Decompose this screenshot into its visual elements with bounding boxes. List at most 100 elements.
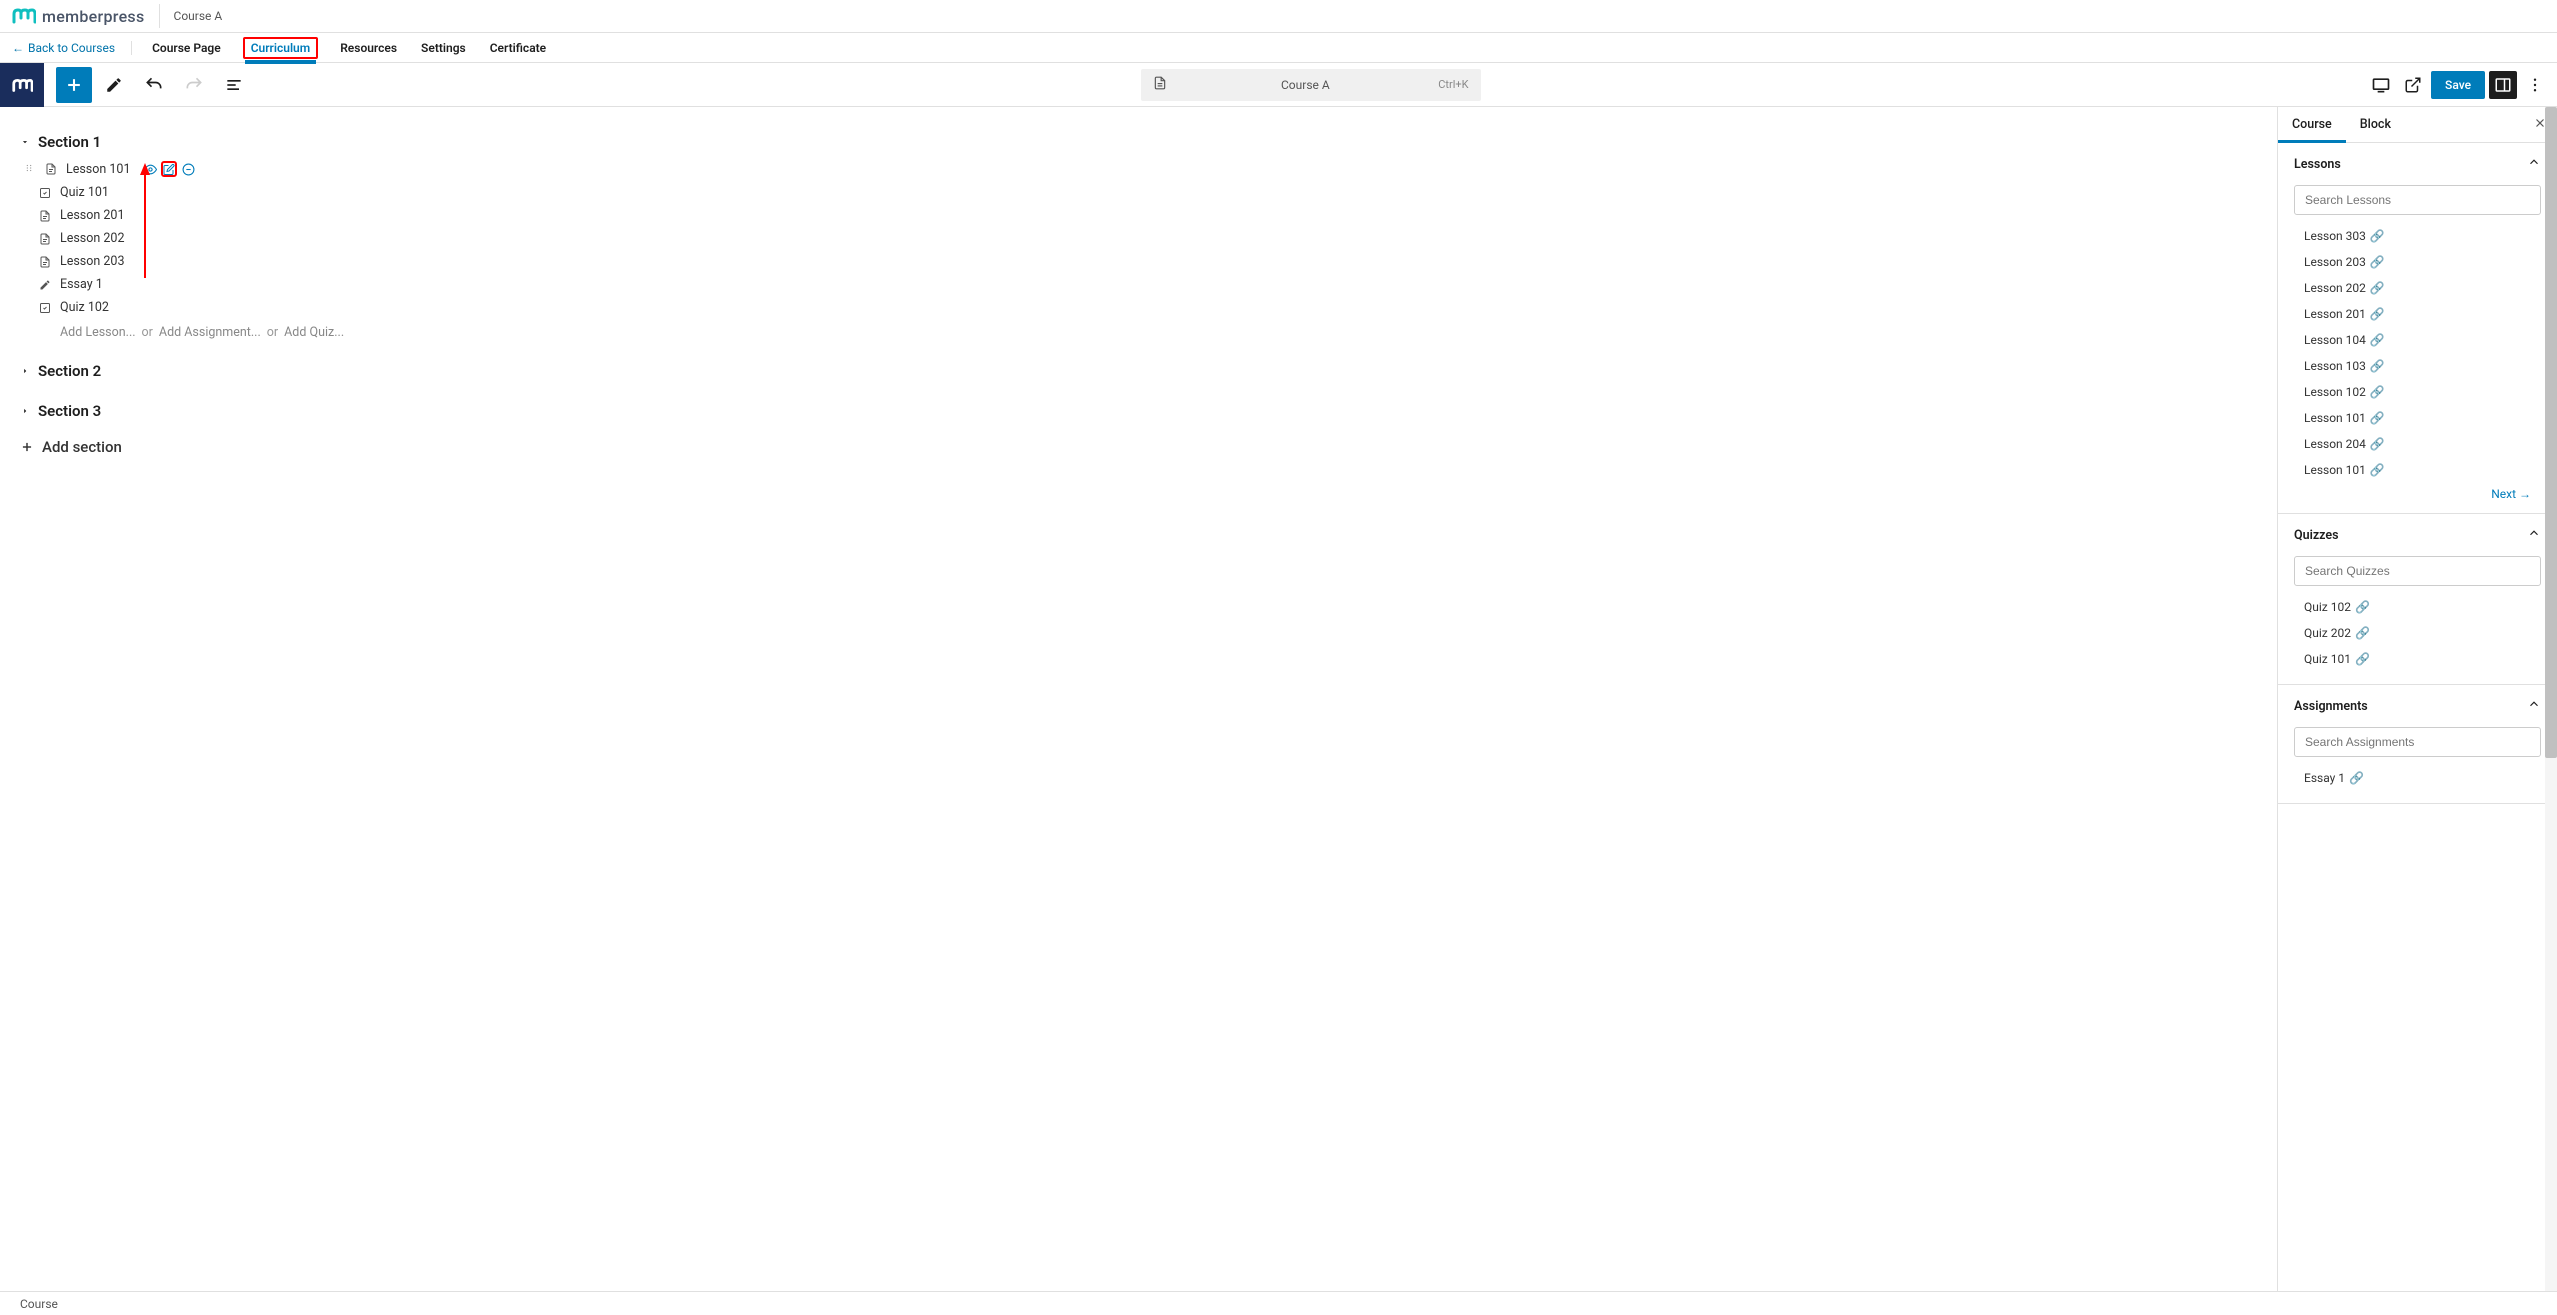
next-label: Next [2491,487,2516,501]
lesson-item[interactable]: Lesson 101🔗 [2294,457,2541,483]
curriculum-item-quiz-101[interactable]: Quiz 101 [24,181,2257,204]
lesson-icon [38,232,52,246]
panel-lessons: Lessons Lesson 303🔗 Lesson 203🔗 Lesson 2… [2278,143,2557,514]
add-quiz-link[interactable]: Add Quiz... [284,325,344,340]
quiz-item[interactable]: Quiz 102🔗 [2294,594,2541,620]
panel-body-lessons: Lesson 303🔗 Lesson 203🔗 Lesson 202🔗 Less… [2278,185,2557,513]
external-link-button[interactable] [2399,71,2427,99]
undo-button[interactable] [136,67,172,103]
quiz-item[interactable]: Quiz 202🔗 [2294,620,2541,646]
quiz-item[interactable]: Quiz 101🔗 [2294,646,2541,672]
section-header-2[interactable]: Section 2 [20,356,2257,386]
item-label: Lesson 203 [60,254,124,269]
sidebar-tab-course[interactable]: Course [2278,107,2346,142]
scrollbar-thumb[interactable] [2545,107,2557,758]
toolbar-center: Course A Ctrl+K [254,69,2367,101]
memberpress-square-icon[interactable] [0,63,44,107]
search-lessons-input[interactable] [2294,185,2541,215]
footer-breadcrumb: Course [0,1291,2557,1315]
header-course-name: Course A [174,9,223,23]
curriculum-item-lesson-203[interactable]: Lesson 203 [24,250,2257,273]
link-icon: 🔗 [2370,359,2385,373]
add-separator: or [142,325,153,340]
main-wrap: Section 1 Lesson 101 [0,107,2557,1291]
panel-title: Assignments [2294,699,2368,714]
lesson-item[interactable]: Lesson 203🔗 [2294,249,2541,275]
tab-curriculum[interactable]: Curriculum [243,37,319,59]
tab-course-page[interactable]: Course Page [150,37,223,59]
edit-mode-button[interactable] [96,67,132,103]
sidebar-tab-block[interactable]: Block [2346,107,2405,142]
view-item-button[interactable] [142,161,158,177]
link-icon: 🔗 [2349,771,2364,785]
panel-header-lessons[interactable]: Lessons [2278,143,2557,185]
lesson-item-label: Lesson 201 [2304,307,2366,321]
lesson-item[interactable]: Lesson 303🔗 [2294,223,2541,249]
brand-name: memberpress [42,7,145,26]
item-label: Lesson 101 [66,162,130,177]
item-label: Quiz 102 [60,300,109,315]
caret-right-icon [20,405,32,417]
chevron-up-icon [2527,155,2541,173]
link-icon: 🔗 [2370,307,2385,321]
scrollbar-track[interactable] [2545,107,2557,1291]
title-bar-text: Course A [1173,78,1439,92]
tab-resources[interactable]: Resources [338,37,399,59]
quiz-icon [38,301,52,315]
lesson-item[interactable]: Lesson 104🔗 [2294,327,2541,353]
add-assignment-link[interactable]: Add Assignment... [159,325,261,340]
search-assignments-input[interactable] [2294,727,2541,757]
lesson-item[interactable]: Lesson 201 🔗 [2294,301,2541,327]
redo-button[interactable] [176,67,212,103]
lesson-item[interactable]: Lesson 101🔗 [2294,405,2541,431]
more-options-button[interactable] [2521,71,2549,99]
curriculum-item-lesson-202[interactable]: Lesson 202 [24,227,2257,250]
drag-handle-icon[interactable] [24,162,36,177]
caret-down-icon [20,136,32,148]
edit-item-button[interactable] [161,161,177,177]
essay-icon [38,278,52,292]
section-header-1[interactable]: Section 1 [20,127,2257,157]
back-to-courses-link[interactable]: ← Back to Courses [12,41,132,55]
curriculum-item-quiz-102[interactable]: Quiz 102 [24,296,2257,319]
link-icon: 🔗 [2370,463,2385,477]
title-bar-shortcut: Ctrl+K [1438,78,1468,91]
curriculum-item-lesson-201[interactable]: Lesson 201 [24,204,2257,227]
link-icon: 🔗 [2370,437,2385,451]
assignment-item-label: Essay 1 [2304,771,2345,785]
item-label: Essay 1 [60,277,103,292]
section-1-items: Lesson 101 Quiz 101 [20,157,2257,346]
lesson-item-label: Lesson 103 [2304,359,2366,373]
lesson-item[interactable]: Lesson 204🔗 [2294,431,2541,457]
lesson-item[interactable]: Lesson 202🔗 [2294,275,2541,301]
add-section-label: Add section [42,438,122,456]
add-lesson-link[interactable]: Add Lesson... [60,325,136,340]
tab-certificate[interactable]: Certificate [488,37,548,59]
link-icon: 🔗 [2355,626,2370,640]
lesson-item[interactable]: Lesson 102🔗 [2294,379,2541,405]
view-button[interactable] [2367,71,2395,99]
lessons-next-link[interactable]: Next → [2294,483,2541,501]
document-overview-button[interactable] [216,67,252,103]
curriculum-item-essay-1[interactable]: Essay 1 [24,273,2257,296]
settings-sidebar-toggle[interactable] [2489,71,2517,99]
lesson-item[interactable]: Lesson 103 🔗 [2294,353,2541,379]
memberpress-logo-icon [12,4,36,28]
title-bar[interactable]: Course A Ctrl+K [1141,69,1481,101]
add-block-button[interactable] [56,67,92,103]
panel-title: Lessons [2294,157,2341,172]
remove-item-button[interactable] [180,161,196,177]
save-button[interactable]: Save [2431,71,2485,99]
assignment-item[interactable]: Essay 1 🔗 [2294,765,2541,791]
section-header-3[interactable]: Section 3 [20,396,2257,426]
top-header: memberpress Course A [0,0,2557,33]
panel-header-quizzes[interactable]: Quizzes [2278,514,2557,556]
tab-settings[interactable]: Settings [419,37,468,59]
search-quizzes-input[interactable] [2294,556,2541,586]
add-section-button[interactable]: Add section [20,426,2257,456]
panel-header-assignments[interactable]: Assignments [2278,685,2557,727]
curriculum-item-lesson-101[interactable]: Lesson 101 [24,157,2257,181]
toolbar-right: Save [2367,71,2557,99]
panel-body-assignments: Essay 1 🔗 [2278,727,2557,803]
brand-logo: memberpress [12,4,160,28]
